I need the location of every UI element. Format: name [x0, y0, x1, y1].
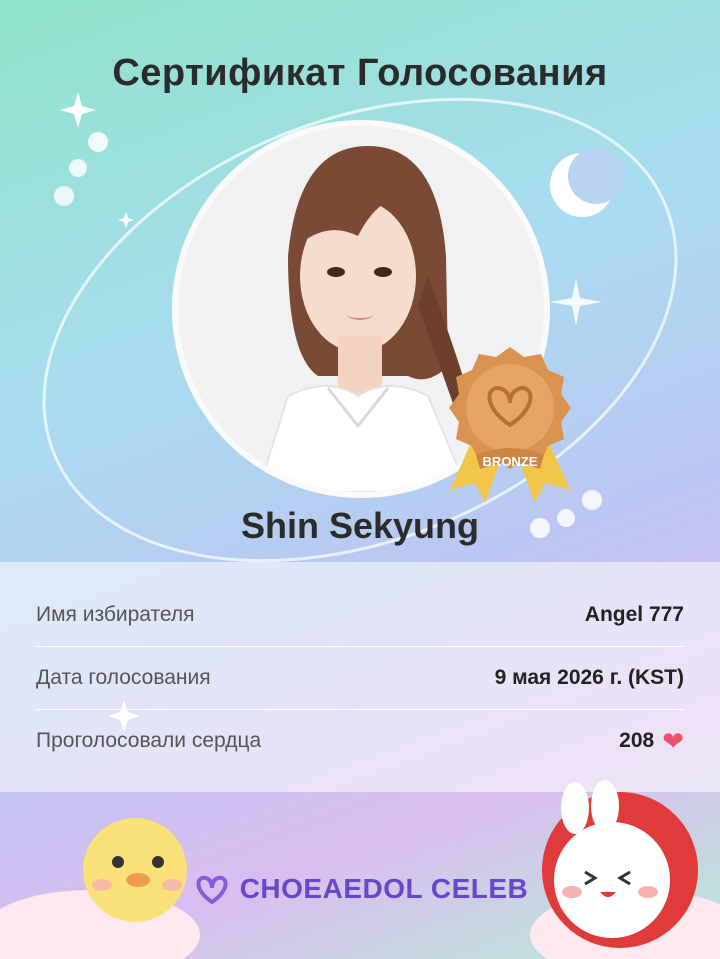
hearts-voted-row: Проголосовали сердца 208 ❤ — [36, 710, 684, 772]
vote-date-value: 9 мая 2026 г. (KST) — [494, 666, 684, 689]
badge-label: BRONZE — [483, 454, 538, 469]
hearts-voted-value: 208 — [619, 729, 655, 752]
logo-text: CHOEAEDOL CELEB — [239, 873, 529, 904]
hearts-voted-value-wrap: 208 ❤ — [619, 728, 684, 754]
crescent-moon-icon — [550, 148, 624, 217]
vote-date-label: Дата голосования — [36, 666, 211, 689]
info-panel: Имя избирателя Angel 777 Дата голосовани… — [0, 562, 720, 792]
brand-logo: CHOEAEDOL CELEB — [0, 872, 720, 906]
celeb-name: Shin Sekyung — [240, 505, 480, 546]
logo-heart-icon — [196, 875, 228, 905]
bronze-medal-icon: BRONZE — [449, 347, 571, 503]
hearts-voted-label: Проголосовали сердца — [36, 729, 262, 752]
voter-name-row: Имя избирателя Angel 777 — [36, 584, 684, 646]
voter-name-value: Angel 777 — [584, 603, 684, 626]
bunny-character-icon — [542, 780, 698, 948]
vote-date-row: Дата голосования 9 мая 2026 г. (KST) — [36, 647, 684, 709]
certificate-title: Сертификат Голосования — [112, 52, 608, 94]
voter-name-label: Имя избирателя — [36, 603, 195, 626]
duck-character-icon — [83, 818, 187, 922]
heart-icon: ❤ — [662, 726, 684, 756]
